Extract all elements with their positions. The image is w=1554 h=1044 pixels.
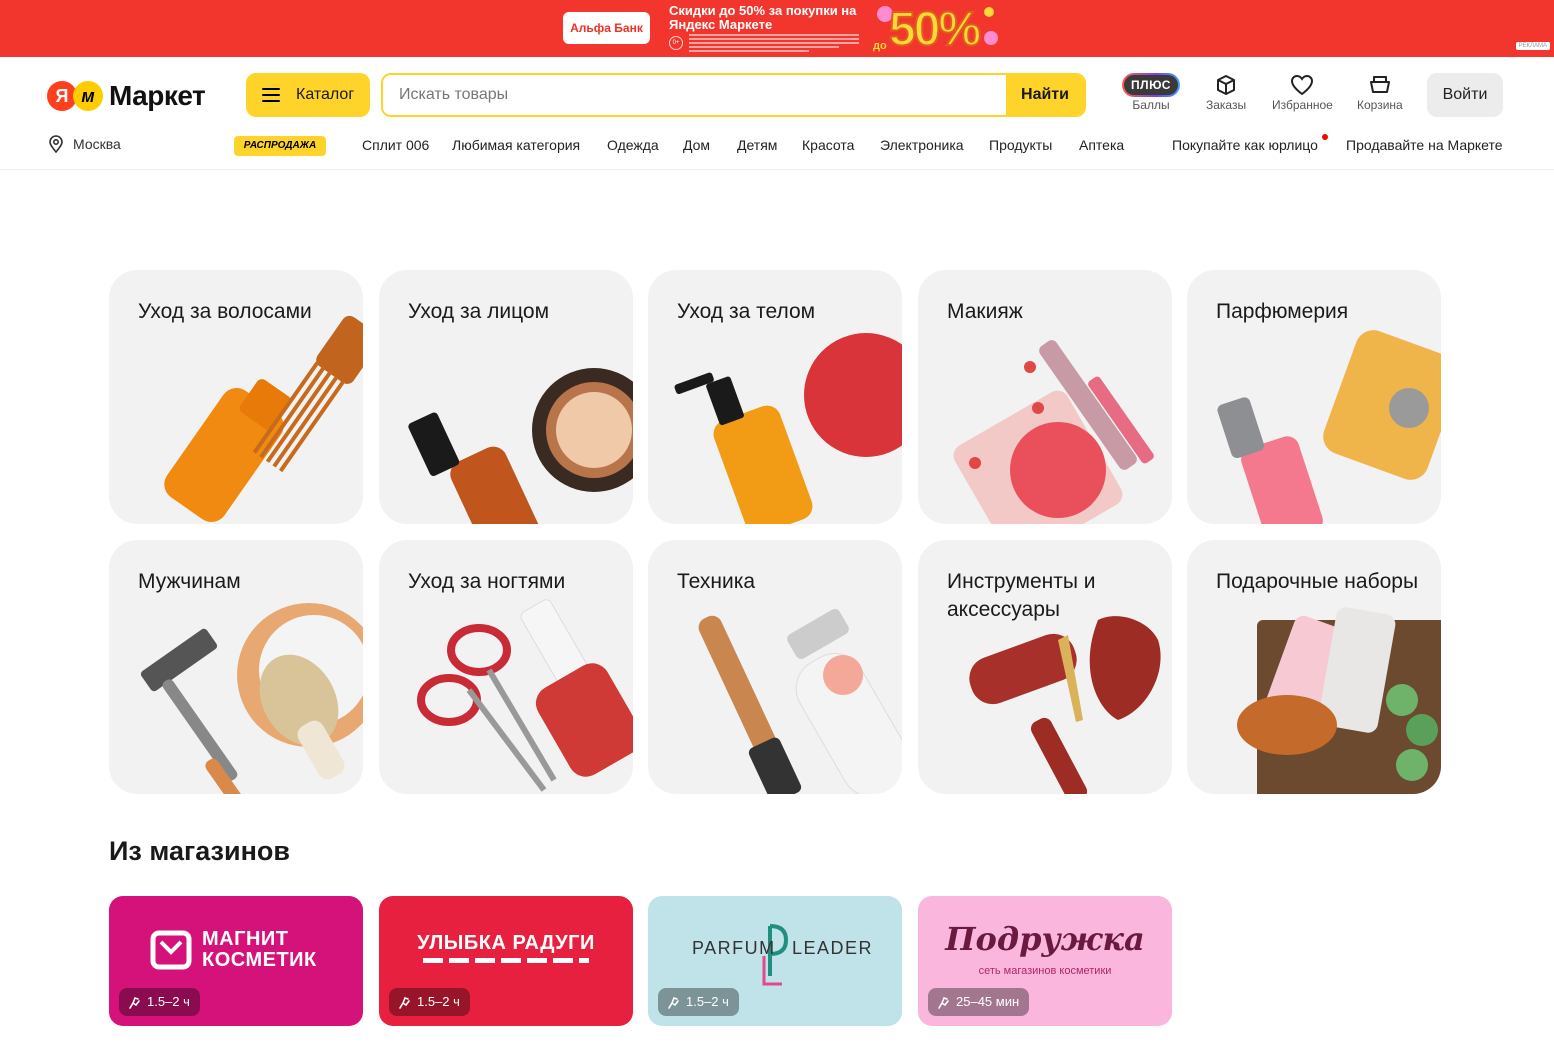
delivery-time-badge: 1.5–2 ч [389,988,470,1016]
header-divider [0,169,1554,170]
city-name: Москва [73,136,121,152]
orders-button[interactable]: Заказы [1206,72,1246,112]
category-title: Уход за лицом [408,300,550,323]
category-tile-perfume[interactable]: Парфюмерия [1187,270,1441,524]
search-input[interactable] [383,75,1006,115]
ad-content[interactable]: Альфа Банк Скидки до 50% за покупки на Я… [563,0,1003,57]
podruzhka-name: Подружка [945,920,1145,958]
category-tile-gift-sets[interactable]: Подарочные наборы [1187,540,1441,794]
category-title: Техника [677,570,756,593]
delivery-time: 1.5–2 ч [417,994,460,1009]
search-bar: Найти [381,73,1086,117]
favorites-label: Избранное [1272,98,1333,112]
category-title: Парфюмерия [1216,300,1349,323]
delivery-time: 1.5–2 ч [686,994,729,1009]
nav-item-groceries[interactable]: Продукты [989,136,1052,154]
category-tile-tools[interactable]: Инструменты и аксессуары [918,540,1172,794]
magnit-name-line1: МАГНИТ [202,928,289,950]
category-tile-makeup[interactable]: Макияж [918,270,1172,524]
nav-item-home[interactable]: Дом [683,136,710,154]
parfum-word: PARFUM [692,938,776,958]
ad-headline: Скидки до 50% за покупки на Яндекс Марке… [669,3,857,32]
category-tile-hair-care[interactable]: Уход за волосами [109,270,363,524]
city-selector[interactable]: Москва [48,135,121,153]
nav-item-sell[interactable]: Продавайте на Маркете [1346,136,1503,154]
category-title: Уход за волосами [138,300,312,323]
category-tile-nail-care[interactable]: Уход за ногтями [379,540,633,794]
nav-item-pharmacy[interactable]: Аптека [1079,136,1124,154]
cart-label: Корзина [1357,98,1403,112]
location-pin-icon [49,135,63,153]
running-icon [399,997,410,1009]
menu-icon [262,88,280,102]
nav-item-business[interactable]: Покупайте как юрлицо [1172,136,1318,154]
magnit-name-line2: КОСМЕТИК [202,949,317,971]
sale-badge[interactable]: РАСПРОДАЖА [234,136,326,156]
shop-card-ulybka-radugi[interactable]: УЛЫБКА РАДУГИ 1.5–2 ч [379,896,633,1026]
ad-brand-logo: Альфа Банк [563,12,650,44]
delivery-time-badge: 25–45 мин [928,988,1030,1016]
ad-sale-graphic: до 50% [871,0,1003,57]
category-tile-face-care[interactable]: Уход за лицом [379,270,633,524]
market-m-icon: м [73,81,103,111]
plus-points-button[interactable]: ПЛЮС Баллы [1122,72,1180,112]
ad-label: РЕКЛАМА [1515,42,1550,50]
podruzhka-tagline: сеть магазинов косметики [978,965,1112,977]
nav-item-beauty[interactable]: Красота [802,136,854,154]
plus-badge: ПЛЮС [1122,73,1180,97]
category-tile-appliances[interactable]: Техника [648,540,902,794]
ad-fine-print [669,34,869,54]
orders-label: Заказы [1206,98,1247,112]
nav-item-favorite-category[interactable]: Любимая категория [452,136,580,154]
points-label: Баллы [1132,98,1170,112]
category-tile-body-care[interactable]: Уход за телом [648,270,902,524]
leader-word: LEADER [792,938,874,958]
running-icon [129,997,140,1009]
shops-section-title: Из магазинов [109,836,290,866]
shop-card-parfum-leader[interactable]: PARFUM LEADER 1.5–2 ч [648,896,902,1026]
ad-sale-prefix: до [873,40,887,52]
heart-icon [1291,74,1314,96]
category-title: Инструменты и аксессуары [947,570,1096,621]
delivery-time-badge: 1.5–2 ч [119,988,200,1016]
delivery-time: 1.5–2 ч [147,994,190,1009]
shop-card-podruzhka[interactable]: Подружка сеть магазинов косметики 25–45 … [918,896,1172,1026]
login-button[interactable]: Войти [1427,73,1503,117]
ad-sale-value: 50% [888,2,982,57]
category-title: Уход за телом [677,300,816,323]
market-logo[interactable]: Я м Маркет [47,79,206,113]
catalog-label: Каталог [296,86,355,103]
favorites-button[interactable]: Избранное [1272,72,1333,112]
category-title: Уход за ногтями [408,570,566,593]
delivery-time-badge: 1.5–2 ч [658,988,739,1016]
logo-text: Маркет [109,80,206,111]
running-icon [668,997,679,1009]
ad-banner[interactable]: Альфа Банк Скидки до 50% за покупки на Я… [0,0,1554,57]
nav-item-split[interactable]: Сплит 006 [362,136,429,154]
ulybka-name: УЛЫБКА РАДУГИ [417,932,595,954]
nav-item-kids[interactable]: Детям [737,136,777,154]
shop-card-magnit-cosmetic[interactable]: МАГНИТ КОСМЕТИК 1.5–2 ч [109,896,363,1026]
nav-item-clothing[interactable]: Одежда [607,136,659,154]
category-title: Макияж [947,300,1023,323]
catalog-button[interactable]: Каталог [246,73,370,117]
delivery-time: 25–45 мин [956,994,1020,1009]
cart-button[interactable]: Корзина [1357,72,1403,112]
running-icon [938,997,949,1009]
search-button[interactable]: Найти [1006,75,1084,115]
notification-dot [1322,134,1328,140]
category-title: Мужчинам [138,570,241,593]
category-title: Подарочные наборы [1216,570,1419,593]
cart-icon [1369,76,1390,93]
category-tile-men[interactable]: Мужчинам [109,540,363,794]
nav-item-electronics[interactable]: Электроника [880,136,964,154]
box-icon [1217,75,1236,95]
